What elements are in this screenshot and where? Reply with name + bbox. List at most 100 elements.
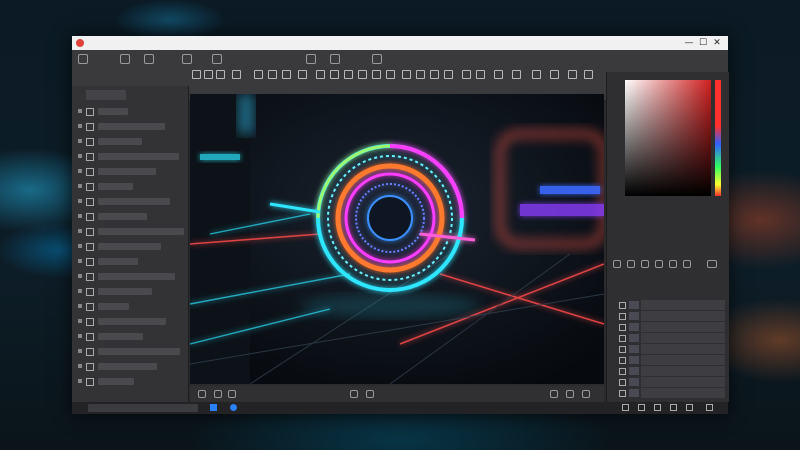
left-panel-row[interactable] [78, 346, 182, 357]
layer-row[interactable] [613, 322, 725, 332]
tool-icon-10[interactable] [330, 70, 339, 79]
redo-icon[interactable] [120, 54, 130, 64]
eye-icon[interactable] [619, 313, 626, 320]
taskbar-browser-icon[interactable] [230, 404, 237, 411]
undo-icon[interactable] [78, 54, 88, 64]
tray-icon-1[interactable] [622, 404, 629, 411]
grid-icon[interactable] [582, 390, 590, 398]
tool-icon-20[interactable] [476, 70, 485, 79]
color-picker-field[interactable] [625, 80, 711, 196]
hue-slider[interactable] [715, 80, 721, 196]
hand-icon[interactable] [298, 70, 307, 79]
visibility-checkbox[interactable] [78, 289, 82, 293]
eye-icon[interactable] [619, 379, 626, 386]
visibility-checkbox[interactable] [78, 334, 82, 338]
layer-row[interactable] [613, 333, 725, 343]
panel-tab[interactable] [86, 90, 126, 100]
flip-icon[interactable] [566, 390, 574, 398]
zoom-icon[interactable] [282, 70, 291, 79]
crop-icon[interactable] [372, 54, 382, 64]
left-panel-row[interactable] [78, 361, 182, 372]
tool-icon-25[interactable] [568, 70, 577, 79]
left-panel-row[interactable] [78, 121, 182, 132]
select-icon[interactable] [192, 70, 201, 79]
tool-icon-12[interactable] [358, 70, 367, 79]
taskbar-app-icon[interactable] [210, 404, 217, 411]
zoom-in-icon[interactable] [228, 390, 236, 398]
tool-icon-23[interactable] [532, 70, 541, 79]
left-panel-row[interactable] [78, 301, 182, 312]
nav-icon[interactable] [198, 390, 206, 398]
layer-mode-icon[interactable] [350, 390, 358, 398]
layer-row[interactable] [613, 300, 725, 310]
folder-icon[interactable] [627, 260, 635, 268]
tray-icon-5[interactable] [686, 404, 693, 411]
left-panel-row[interactable] [78, 316, 182, 327]
layer-row[interactable] [613, 388, 725, 398]
tool-icon-16[interactable] [416, 70, 425, 79]
visibility-checkbox[interactable] [78, 184, 82, 188]
tool-icon-26[interactable] [584, 70, 593, 79]
visibility-checkbox[interactable] [78, 244, 82, 248]
text-icon[interactable] [268, 70, 277, 79]
eye-icon[interactable] [619, 368, 626, 375]
eye-icon[interactable] [619, 302, 626, 309]
tool-icon-18[interactable] [444, 70, 453, 79]
eye-icon[interactable] [619, 346, 626, 353]
left-panel-row[interactable] [78, 136, 182, 147]
tray-icon-2[interactable] [638, 404, 645, 411]
tool-icon-11[interactable] [344, 70, 353, 79]
visibility-checkbox[interactable] [78, 259, 82, 263]
rotate-icon[interactable] [550, 390, 558, 398]
close-button[interactable]: ✕ [710, 37, 724, 49]
visibility-checkbox[interactable] [78, 139, 82, 143]
left-panel-row[interactable] [78, 226, 184, 237]
visibility-checkbox[interactable] [78, 229, 82, 233]
tool-icon-9[interactable] [316, 70, 325, 79]
visibility-checkbox[interactable] [78, 349, 82, 353]
eye-icon[interactable] [619, 357, 626, 364]
zoom-out-icon[interactable] [214, 390, 222, 398]
tool-icon-15[interactable] [402, 70, 411, 79]
tool-icon-24[interactable] [550, 70, 559, 79]
left-panel-row[interactable] [78, 196, 182, 207]
visibility-checkbox[interactable] [78, 109, 82, 113]
eye-icon[interactable] [619, 324, 626, 331]
visibility-checkbox[interactable] [78, 214, 82, 218]
tray-icon-4[interactable] [670, 404, 677, 411]
eye-icon[interactable] [619, 335, 626, 342]
tray-icon-6[interactable] [706, 404, 713, 411]
left-panel-row[interactable] [78, 376, 182, 387]
layer-row[interactable] [613, 366, 725, 376]
visibility-checkbox[interactable] [78, 379, 82, 383]
left-panel-row[interactable] [78, 271, 182, 282]
fit-icon[interactable] [366, 390, 374, 398]
left-panel-row[interactable] [78, 166, 182, 177]
minimize-button[interactable]: — [682, 37, 696, 49]
layer-row[interactable] [613, 377, 725, 387]
tool-icon-19[interactable] [462, 70, 471, 79]
visibility-checkbox[interactable] [78, 304, 82, 308]
eye-icon[interactable] [619, 390, 626, 397]
visibility-checkbox[interactable] [78, 319, 82, 323]
tool-icon-14[interactable] [386, 70, 395, 79]
search-input[interactable] [88, 404, 198, 412]
tool-icon-13[interactable] [372, 70, 381, 79]
visibility-checkbox[interactable] [78, 154, 82, 158]
canvas-viewport[interactable] [190, 94, 604, 384]
left-panel-row[interactable] [78, 151, 182, 162]
left-panel-row[interactable] [78, 286, 182, 297]
new-layer-icon[interactable] [613, 260, 621, 268]
brush-icon[interactable] [144, 54, 154, 64]
left-panel-row[interactable] [78, 331, 182, 342]
maximize-button[interactable]: ☐ [696, 37, 710, 49]
layer-row[interactable] [613, 344, 725, 354]
shape-icon[interactable] [204, 70, 213, 79]
visibility-checkbox[interactable] [78, 274, 82, 278]
fx-icon[interactable] [655, 260, 663, 268]
mask-icon[interactable] [641, 260, 649, 268]
trash-icon[interactable] [707, 260, 717, 268]
link-icon[interactable] [683, 260, 691, 268]
left-panel-row[interactable] [78, 241, 182, 252]
left-panel-row[interactable] [78, 181, 182, 192]
